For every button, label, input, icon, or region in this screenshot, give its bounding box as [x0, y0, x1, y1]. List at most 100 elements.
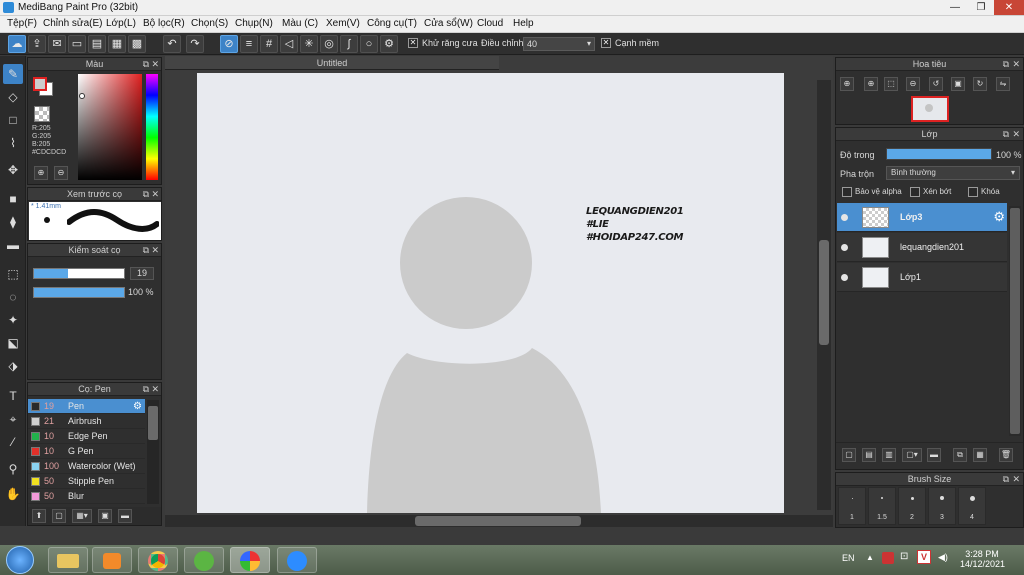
layer-folder-icon[interactable]: ▬ — [927, 448, 941, 462]
palette-add-icon[interactable]: ⊕ — [34, 166, 48, 180]
transparent-swatch[interactable] — [34, 106, 50, 122]
actual-size-icon[interactable]: ▣ — [951, 77, 965, 91]
brush-item[interactable]: 100 Watercolor (Wet) — [28, 459, 145, 474]
layer-row[interactable]: Lớp3 ⚙ — [837, 203, 1007, 232]
horizontal-scroll-thumb[interactable] — [415, 516, 581, 526]
layer-opacity-slider[interactable] — [886, 148, 992, 160]
popout-icon[interactable]: ⧉ — [1003, 58, 1009, 71]
language-indicator[interactable]: EN — [842, 553, 855, 563]
brush-size-cell[interactable]: 4 — [958, 487, 986, 525]
add-brush-icon[interactable]: ⬆ — [32, 509, 46, 523]
menu-filter[interactable]: Bộ lọc(R) — [143, 18, 185, 29]
grid-icon[interactable]: ▩ — [128, 35, 146, 53]
layer-scroll-thumb[interactable] — [1010, 208, 1020, 434]
hand-tool-icon[interactable]: ✋ — [3, 484, 23, 504]
app-taskbar-button[interactable] — [184, 547, 224, 573]
canvas-tab[interactable]: Untitled — [165, 56, 499, 70]
menu-file[interactable]: Tệp(F) — [7, 18, 37, 29]
visibility-icon[interactable] — [841, 274, 848, 281]
undo-icon[interactable]: ↶ — [163, 35, 181, 53]
brush-size-cell[interactable]: 2 — [898, 487, 926, 525]
primary-color-swatch[interactable] — [33, 77, 47, 91]
close-icon[interactable]: ✕ — [151, 383, 159, 396]
chrome-taskbar-button[interactable] — [138, 547, 178, 573]
panel-icon[interactable]: ▦ — [108, 35, 126, 53]
folder-icon[interactable]: ▬ — [118, 509, 132, 523]
blend-mode-select[interactable]: Bình thường ▾ — [886, 166, 1020, 180]
layer-list-scrollbar[interactable] — [1009, 206, 1021, 436]
divide-tool-icon[interactable]: ⁄ — [3, 432, 23, 452]
minimize-button[interactable]: — — [942, 0, 968, 15]
eyedropper-tool-icon[interactable]: ⚲ — [3, 459, 23, 479]
zoom-out-icon[interactable]: ⊖ — [906, 77, 920, 91]
close-button[interactable]: ✕ — [994, 0, 1024, 15]
brush-item[interactable]: 21 Airbrush — [28, 414, 145, 429]
popout-icon[interactable]: ⧉ — [143, 58, 149, 71]
vanishing-snap-icon[interactable]: ◁ — [280, 35, 298, 53]
select-eraser-icon[interactable]: ⬗ — [3, 356, 23, 376]
brush-size-input[interactable]: 19 — [130, 267, 154, 280]
close-icon[interactable]: ✕ — [1012, 473, 1020, 486]
media-taskbar-button[interactable] — [92, 547, 132, 573]
trash-icon[interactable]: 🗑 — [999, 448, 1013, 462]
medibang-taskbar-button[interactable] — [230, 547, 270, 573]
canvas-vertical-scrollbar[interactable] — [817, 80, 831, 510]
move-tool-icon[interactable]: ✥ — [3, 160, 23, 180]
popout-icon[interactable]: ⧉ — [143, 244, 149, 257]
text-tool-icon[interactable]: T — [3, 386, 23, 406]
brush-size-cell[interactable]: 1 — [838, 487, 866, 525]
clipping-checkbox[interactable] — [910, 187, 920, 197]
redo-icon[interactable]: ↷ — [186, 35, 204, 53]
correction-select[interactable]: 40 ▾ — [523, 37, 595, 51]
close-icon[interactable]: ✕ — [151, 188, 159, 201]
cloud-icon[interactable]: ☁ — [8, 35, 26, 53]
tray-app-icon[interactable] — [882, 552, 894, 564]
popout-icon[interactable]: ⧉ — [143, 188, 149, 201]
duplicate-layer-icon[interactable]: ⧉ — [953, 448, 967, 462]
radial-snap-icon[interactable]: ✳ — [300, 35, 318, 53]
flip-icon[interactable]: ⇋ — [996, 77, 1010, 91]
fit-icon[interactable]: ⬚ — [884, 77, 898, 91]
rect-select-icon[interactable]: ⬚ — [3, 264, 23, 284]
cross-snap-icon[interactable]: # — [260, 35, 278, 53]
drawing-canvas[interactable]: LEQUANGDIEN201 #LIE #HOIDAP247.COM — [197, 73, 784, 513]
share-icon[interactable]: ⇪ — [28, 35, 46, 53]
circle-snap-icon[interactable]: ○ — [360, 35, 378, 53]
concentric-snap-icon[interactable]: ◎ — [320, 35, 338, 53]
start-button[interactable] — [6, 546, 34, 574]
new-layer-icon[interactable]: ▢ — [842, 448, 856, 462]
brush-item[interactable]: 10 Edge Pen — [28, 429, 145, 444]
palette-remove-icon[interactable]: ⊖ — [54, 166, 68, 180]
lasso-select-icon[interactable]: ◌ — [3, 287, 23, 307]
menu-window[interactable]: Cửa sổ(W) — [424, 18, 473, 29]
new-8bit-layer-icon[interactable]: ▥ — [882, 448, 896, 462]
layer-menu-icon[interactable]: ▢▾ — [902, 448, 922, 462]
close-icon[interactable]: ✕ — [1012, 58, 1020, 71]
brush-settings-gear-icon[interactable]: ⚙ — [133, 399, 142, 414]
zoom-in-icon[interactable]: ⊕ — [840, 77, 854, 91]
navigator-thumbnail[interactable] — [911, 96, 949, 122]
page-icon[interactable]: ▤ — [88, 35, 106, 53]
close-icon[interactable]: ✕ — [151, 244, 159, 257]
brush-list-scrollbar[interactable] — [147, 400, 159, 504]
lock-checkbox[interactable] — [968, 187, 978, 197]
menu-cloud[interactable]: Cloud — [477, 18, 503, 29]
operation-tool-icon[interactable]: ⌖ — [3, 409, 23, 429]
menu-layer[interactable]: Lớp(L) — [106, 18, 136, 29]
close-icon[interactable]: ✕ — [151, 58, 159, 71]
zoom-taskbar-button[interactable] — [277, 547, 317, 573]
explorer-taskbar-button[interactable] — [48, 547, 88, 573]
brush-item[interactable]: 19 Pen ⚙ — [28, 399, 145, 414]
new-brush-icon[interactable]: ▢ — [52, 509, 66, 523]
brush-size-slider[interactable] — [33, 268, 125, 279]
popout-icon[interactable]: ⧉ — [143, 383, 149, 396]
magic-wand-icon[interactable]: ✦ — [3, 310, 23, 330]
protect-alpha-checkbox[interactable] — [842, 187, 852, 197]
brush-menu-icon[interactable]: ▦▾ — [72, 509, 92, 523]
brush-item[interactable]: 10 G Pen — [28, 444, 145, 459]
tray-clock[interactable]: 3:28 PM 14/12/2021 — [960, 549, 1005, 569]
no-snap-icon[interactable]: ⊘ — [220, 35, 238, 53]
layer-row[interactable]: lequangdien201 — [837, 233, 1007, 262]
popout-icon[interactable]: ⧉ — [1003, 473, 1009, 486]
new-halftone-layer-icon[interactable]: ▤ — [862, 448, 876, 462]
